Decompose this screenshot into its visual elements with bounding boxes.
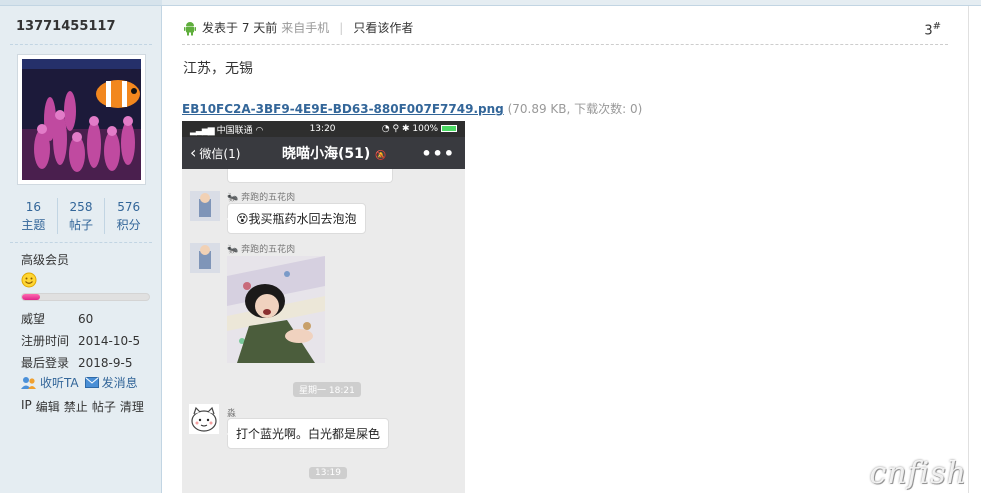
admin-links: IP 编辑 禁止 帖子 清理 [21, 398, 144, 415]
divider [182, 44, 948, 45]
stat-threads-count: 16 [25, 200, 41, 214]
follow-icon [21, 376, 36, 389]
stat-posts-label: 帖子 [69, 218, 94, 232]
chat-bubble: 打个蓝光啊。白光都是屎色 [227, 418, 390, 449]
admin-edit-link[interactable]: 编辑 [36, 398, 60, 415]
chat-title-text: 晓喵小海(51) [282, 146, 371, 162]
stat-posts[interactable]: 258 帖子 [58, 198, 106, 234]
author-sidebar: 13771455117 16 主题 258 帖子 576 积分 高级会员 威望 … [0, 0, 162, 493]
chat-sender-name: 🐜 奔跑的五花肉 [227, 245, 296, 255]
site-watermark: cnfish [869, 456, 967, 491]
avatar[interactable] [17, 54, 146, 185]
user-group[interactable]: 高级会员 [21, 251, 69, 268]
chat-message-text: 我买瓶药水回去泡泡 [248, 212, 357, 226]
author-info: 威望 60 注册时间 2014-10-5 最后登录 2018-9-5 [21, 308, 140, 374]
chat-bubble-partial [227, 169, 393, 183]
post-info: 发表于 7 天前 来自手机 | 只看该作者 [184, 19, 413, 36]
avatar-image [22, 59, 141, 180]
back-button[interactable]: ‹ 微信(1) [190, 145, 240, 162]
sender-text: 奔跑的五花肉 [241, 193, 296, 203]
info-key: 最后登录 [21, 356, 70, 370]
floor-value: 3 [924, 23, 933, 39]
follow-button[interactable]: 收听TA [21, 374, 79, 391]
sender-text: 奔跑的五花肉 [241, 245, 296, 255]
divider [10, 242, 152, 243]
admin-clean-link[interactable]: 清理 [120, 398, 144, 415]
only-author-link[interactable]: 只看该作者 [353, 19, 413, 36]
post-top-border [162, 0, 981, 6]
carrier: ▂▃▅▆ 中国联通 ◠ [190, 123, 263, 136]
post-message: 江苏，无锡 [183, 61, 253, 77]
level-progress-bar [21, 293, 150, 301]
attachment-filename-link[interactable]: EB10FC2A-3BF9-4E9E-BD63-880F007F7749.png [182, 102, 504, 116]
chevron-left-icon: ‹ [190, 143, 197, 162]
floor-mark: # [932, 21, 941, 32]
post-content: 发表于 7 天前 来自手机 | 只看该作者 3# 江苏，无锡 EB10FC2A-… [162, 0, 981, 493]
author-stats: 16 主题 258 帖子 576 积分 [10, 198, 152, 234]
sidebar-top-border [0, 0, 162, 6]
mute-icon: 🔕 [375, 151, 387, 161]
info-row: 最后登录 2018-9-5 [21, 352, 140, 374]
chat-avatar [190, 243, 220, 273]
follow-label: 收听TA [40, 376, 79, 390]
more-icon[interactable]: ••• [421, 144, 455, 163]
info-key: 威望 [21, 312, 46, 326]
post-time: 发表于 7 天前 [202, 21, 278, 35]
attachment: EB10FC2A-3BF9-4E9E-BD63-880F007F7749.png… [182, 100, 642, 117]
chat-bubble: 😵我买瓶药水回去泡泡 [226, 203, 366, 234]
divider [10, 44, 152, 45]
send-message-button[interactable]: 发消息 [84, 374, 138, 391]
battery-icon [440, 125, 457, 132]
status-icons: ◔ ⚲ ✱ [381, 124, 410, 134]
info-row: 注册时间 2014-10-5 [21, 330, 140, 352]
info-value: 2018-9-5 [78, 356, 133, 370]
info-key: 注册时间 [21, 334, 70, 348]
smiley-icon [21, 272, 37, 288]
chat-timestamp: 星期一 18:21 [293, 382, 361, 397]
chat-avatar [190, 191, 220, 221]
clock: 13:20 [309, 124, 336, 134]
android-icon [184, 21, 196, 35]
admin-ip-link[interactable]: IP [21, 398, 32, 415]
signal-icon: ▂▃▅▆ [190, 125, 215, 136]
chat-avatar [189, 404, 219, 434]
info-row: 威望 60 [21, 308, 140, 330]
info-value: 2014-10-5 [78, 334, 141, 348]
admin-ban-link[interactable]: 禁止 [64, 398, 88, 415]
author-actions: 收听TA 发消息 [21, 374, 138, 391]
right-border [968, 6, 969, 493]
carrier-name: 中国联通 [216, 125, 253, 136]
stat-points[interactable]: 576 积分 [105, 198, 152, 234]
info-value: 60 [78, 312, 94, 326]
stat-posts-count: 258 [69, 200, 93, 214]
ios-status-bar: ▂▃▅▆ 中国联通 ◠ 13:20 ◔ ⚲ ✱ 100% [182, 121, 465, 137]
chat-timestamp: 13:19 [309, 467, 347, 479]
mail-icon [84, 377, 99, 388]
attachment-image[interactable]: ▂▃▅▆ 中国联通 ◠ 13:20 ◔ ⚲ ✱ 100% ‹ 微信(1) 晓喵小… [182, 121, 465, 493]
wechat-title-bar: ‹ 微信(1) 晓喵小海(51) 🔕 ••• [182, 137, 465, 169]
author-username[interactable]: 13771455117 [16, 19, 116, 34]
chat-message-text: 打个蓝光啊。白光都是屎色 [236, 427, 381, 441]
battery: ◔ ⚲ ✱ 100% [382, 124, 457, 134]
admin-posts-link[interactable]: 帖子 [92, 398, 116, 415]
floor-number[interactable]: 3# [924, 21, 941, 38]
stat-points-count: 576 [117, 200, 141, 214]
level-progress-fill [22, 294, 40, 300]
post-source-link[interactable]: 来自手机 [281, 19, 329, 36]
wifi-icon: ◠ [255, 125, 264, 136]
stat-threads[interactable]: 16 主题 [10, 198, 58, 234]
send-message-label: 发消息 [101, 376, 138, 390]
battery-percent: 100% [412, 124, 439, 134]
back-label: 微信(1) [199, 146, 241, 161]
chat-photo[interactable] [227, 256, 325, 363]
chat-title: 晓喵小海(51) 🔕 [282, 143, 386, 163]
chat-sender-name: 🐜 奔跑的五花肉 [227, 193, 296, 203]
stat-points-label: 积分 [116, 218, 141, 232]
attachment-meta: (70.89 KB, 下载次数: 0) [507, 102, 643, 116]
divider: | [339, 20, 344, 35]
stat-threads-label: 主题 [21, 218, 46, 232]
